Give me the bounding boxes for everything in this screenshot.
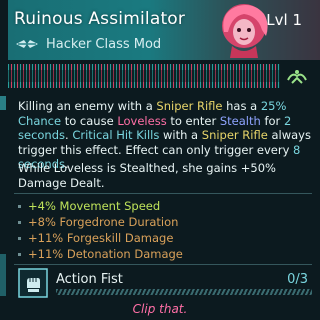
stat-bonus: +4% Movement Speed — [18, 198, 308, 214]
edge-marker — [0, 254, 6, 296]
edge-marker — [0, 96, 6, 110]
hacker-wing-icon — [16, 40, 38, 48]
description-segment: is — [103, 161, 120, 175]
stat-bonus: +11% Detonation Damage — [18, 246, 308, 262]
description-segment: Sniper Rifle — [201, 128, 268, 142]
action-fist-icon — [18, 268, 48, 298]
description-segment: Loveless — [53, 161, 104, 175]
description-segment: for — [260, 113, 284, 128]
divider — [14, 264, 312, 265]
description-segment: While — [18, 161, 54, 175]
description-segment: Loveless — [117, 113, 167, 128]
item-header: Ruinous Assimilator Hacker Class Mod Lvl… — [8, 0, 320, 60]
description-segment: to cause — [61, 113, 118, 128]
description-segment: . — [100, 175, 105, 190]
stat-bonus: +11% Forgeskill Damage — [18, 230, 308, 246]
description-segment: to enter — [166, 113, 220, 128]
description-segment: Critical Hit Kills — [72, 128, 160, 142]
stealth-description: While Loveless is Stealthed, she gains +… — [18, 161, 312, 190]
skill-name: Action Fist — [56, 272, 123, 287]
item-type: Hacker Class Mod — [46, 36, 162, 52]
description-segment: Killing an enemy with a — [18, 99, 157, 113]
stat-bonus-list: +4% Movement Speed +8% Forgedrone Durati… — [18, 198, 308, 262]
item-subtitle-row: Hacker Class Mod — [16, 36, 161, 52]
stripe-shade — [8, 70, 280, 82]
skill-points: 0/3 — [287, 272, 308, 287]
flavor-text: Clip that. — [132, 302, 188, 316]
description-segment: , she gains — [174, 161, 241, 175]
description-segment: has a — [222, 99, 261, 113]
description-segment: Stealth — [219, 113, 261, 128]
description-segment: with a — [159, 128, 202, 142]
divider — [14, 193, 312, 194]
item-title: Ruinous Assimilator — [14, 9, 186, 29]
hacker-wing-icon — [287, 70, 307, 84]
item-level: Lvl 1 — [266, 11, 302, 29]
class-mod-card: Ruinous Assimilator Hacker Class Mod Lvl… — [0, 0, 320, 320]
stat-bonus: +8% Forgedrone Duration — [18, 214, 308, 230]
skill-progress-bar — [56, 289, 312, 295]
description-segment: Stealthed — [119, 161, 175, 175]
description-segment: Sniper Rifle — [156, 99, 223, 113]
